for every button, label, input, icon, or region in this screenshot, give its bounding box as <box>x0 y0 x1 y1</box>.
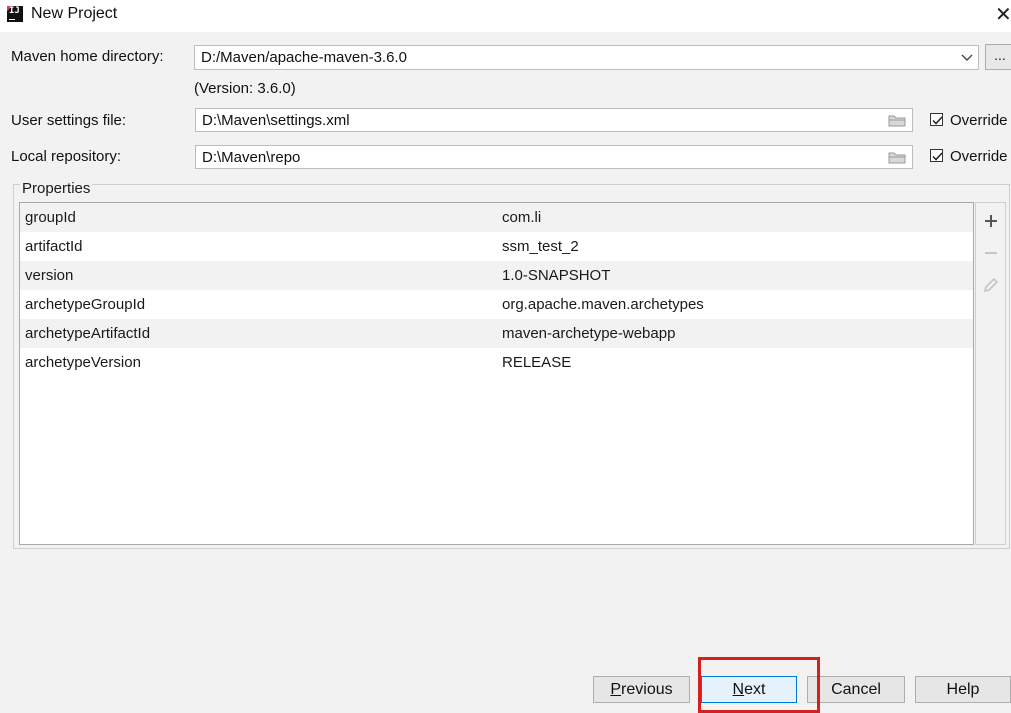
user-settings-value: D:\Maven\settings.xml <box>202 112 350 129</box>
property-value[interactable]: RELEASE <box>502 354 571 371</box>
next-label: ext <box>744 681 766 698</box>
checkbox-checked-icon <box>932 116 943 125</box>
properties-toolbar <box>975 202 1006 545</box>
intellij-icon: IJ <box>7 6 23 22</box>
table-row[interactable]: artifactId ssm_test_2 <box>20 232 973 261</box>
plus-icon[interactable] <box>981 211 1001 231</box>
folder-icon[interactable] <box>888 151 906 164</box>
table-row[interactable]: archetypeGroupId org.apache.maven.archet… <box>20 290 973 319</box>
help-button[interactable]: Help <box>915 676 1011 703</box>
local-repo-override-checkbox[interactable] <box>930 149 943 162</box>
property-name: version <box>25 267 74 284</box>
pencil-icon[interactable] <box>981 275 1001 295</box>
property-value[interactable]: org.apache.maven.archetypes <box>502 296 704 313</box>
browse-button[interactable]: ... <box>985 44 1011 70</box>
maven-home-value: D:/Maven/apache-maven-3.6.0 <box>201 49 407 66</box>
previous-mnemonic: P <box>610 681 622 698</box>
property-name: artifactId <box>25 238 83 255</box>
folder-icon[interactable] <box>888 114 906 127</box>
user-settings-field[interactable]: D:\Maven\settings.xml <box>195 108 913 132</box>
table-row[interactable]: groupId com.li <box>20 203 973 232</box>
property-name: archetypeArtifactId <box>25 325 151 342</box>
property-name: archetypeGroupId <box>25 296 146 313</box>
checkbox-checked-icon <box>932 152 943 161</box>
maven-home-combobox[interactable]: D:/Maven/apache-maven-3.6.0 <box>194 45 979 70</box>
table-row[interactable]: version 1.0-SNAPSHOT <box>20 261 973 290</box>
window-title: New Project <box>31 5 118 22</box>
table-row[interactable]: archetypeVersion RELEASE <box>20 348 973 377</box>
previous-label: revious <box>621 681 673 698</box>
local-repo-override-label[interactable]: Override <box>950 148 1008 165</box>
property-name: archetypeVersion <box>25 354 141 371</box>
user-settings-override-label[interactable]: Override <box>950 112 1008 129</box>
chevron-down-icon[interactable] <box>960 49 974 65</box>
maven-home-label: Maven home directory: <box>11 48 164 65</box>
local-repo-label: Local repository: <box>11 148 122 165</box>
user-settings-override-checkbox[interactable] <box>930 113 943 126</box>
next-mnemonic: N <box>732 681 745 698</box>
title-bar: IJ New Project ✕ <box>0 0 1011 32</box>
previous-button[interactable]: Previous <box>593 676 690 703</box>
close-icon[interactable]: ✕ <box>995 2 1011 27</box>
maven-version-note: (Version: 3.6.0) <box>194 80 296 97</box>
property-name: groupId <box>25 209 76 226</box>
property-value[interactable]: 1.0-SNAPSHOT <box>502 267 610 284</box>
properties-table[interactable]: groupId com.li artifactId ssm_test_2 ver… <box>19 202 974 545</box>
user-settings-label: User settings file: <box>11 112 127 129</box>
minus-icon[interactable] <box>981 243 1001 263</box>
property-value[interactable]: maven-archetype-webapp <box>502 325 675 342</box>
local-repo-field[interactable]: D:\Maven\repo <box>195 145 913 169</box>
cancel-button[interactable]: Cancel <box>807 676 905 703</box>
table-row[interactable]: archetypeArtifactId maven-archetype-weba… <box>20 319 973 348</box>
next-button[interactable]: Next <box>701 676 797 703</box>
properties-title: Properties <box>20 180 93 197</box>
property-value[interactable]: ssm_test_2 <box>502 238 579 255</box>
property-value[interactable]: com.li <box>502 209 541 226</box>
local-repo-value: D:\Maven\repo <box>202 149 301 166</box>
